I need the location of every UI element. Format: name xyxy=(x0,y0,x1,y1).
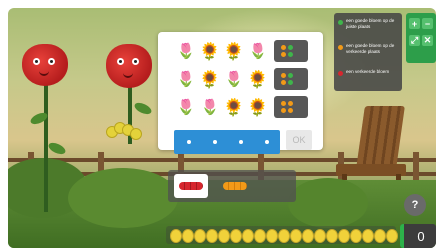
coin-icon xyxy=(170,229,182,243)
flower-slot: 🌻 xyxy=(223,41,245,61)
rose-eye xyxy=(132,58,139,65)
flower-slot: 🌷 xyxy=(176,98,196,116)
palette-option-red[interactable] xyxy=(174,174,208,198)
coin-icon xyxy=(230,229,242,243)
red-dot-icon xyxy=(338,71,343,76)
rose-eye xyxy=(33,58,40,65)
flower-slot: 🌻 xyxy=(199,69,221,89)
leaf xyxy=(46,140,68,157)
bush xyxy=(288,178,368,228)
coin-progress xyxy=(166,226,398,244)
flower-slot: 🌷 xyxy=(224,70,244,88)
score-accent xyxy=(400,224,404,248)
clue-pegs xyxy=(274,68,308,90)
legend-item: een verkeerde bloem xyxy=(338,69,400,76)
flower-slot: 🌻 xyxy=(199,41,221,61)
code-puzzle-panel: 🌷 🌻 🌻 🌷 🌷 🌻 🌷 🌻 🌷 🌷 🌻 🌻 OK xyxy=(158,32,323,154)
coin-icon xyxy=(290,229,302,243)
coin-icon xyxy=(386,229,398,243)
game-stage: 🌷 🌻 🌻 🌷 🌷 🌻 🌷 🌻 🌷 🌷 🌻 🌻 OK een goede blo… xyxy=(8,8,436,248)
answer-row[interactable] xyxy=(174,130,280,154)
flower-slot: 🌷 xyxy=(176,70,196,88)
caterpillar xyxy=(106,116,146,140)
legend-label: een verkeerde bloem xyxy=(346,69,390,74)
flower-slot: 🌷 xyxy=(248,42,268,60)
coin-icon xyxy=(338,229,350,243)
ok-button[interactable]: OK xyxy=(286,130,312,150)
coin-icon xyxy=(254,229,266,243)
flower-slot: 🌻 xyxy=(247,97,269,117)
rose-mouth xyxy=(123,72,133,78)
flower-slot: 🌷 xyxy=(176,42,196,60)
guess-row: 🌷 🌷 🌻 🌻 xyxy=(174,96,308,118)
help-button[interactable]: ? xyxy=(404,194,426,216)
legend-item: een goede bloem op de juiste plaats xyxy=(338,18,400,29)
green-dot-icon xyxy=(338,20,343,25)
flower-slot: 🌻 xyxy=(247,69,269,89)
coin-icon xyxy=(362,229,374,243)
orange-sunflowers-icon xyxy=(223,182,247,190)
rose-eye xyxy=(48,58,55,65)
legend-item: een goede bloem op de verkeerde plaats xyxy=(338,43,400,54)
coin-icon xyxy=(194,229,206,243)
guess-row: 🌷 🌻 🌷 🌻 xyxy=(174,68,308,90)
rose-stem xyxy=(44,82,48,212)
guess-row: 🌷 🌻 🌻 🌷 xyxy=(174,40,308,62)
red-tulips-icon xyxy=(179,182,203,190)
coin-icon xyxy=(314,229,326,243)
zoom-in-button[interactable]: + xyxy=(409,18,420,29)
rose-eye xyxy=(117,58,124,65)
legend-label: een goede bloem op de verkeerde plaats xyxy=(346,43,395,54)
zoom-out-button[interactable]: − xyxy=(422,18,433,29)
palette-option-orange[interactable] xyxy=(218,174,252,198)
score-value: 0 xyxy=(417,228,425,244)
flower-slot: 🌷 xyxy=(200,98,220,116)
orange-dot-icon xyxy=(338,45,343,50)
legend-label: een goede bloem op de juiste plaats xyxy=(346,18,395,29)
coin-icon xyxy=(182,229,194,243)
coin-icon xyxy=(206,229,218,243)
coin-icon xyxy=(374,229,386,243)
coin-icon xyxy=(218,229,230,243)
flower-palette xyxy=(168,170,296,202)
legend-panel: een goede bloem op de juiste plaats een … xyxy=(334,13,402,91)
coin-icon xyxy=(242,229,254,243)
expand-button[interactable]: ⤢ xyxy=(409,35,420,46)
rose-head xyxy=(106,44,152,88)
coin-icon xyxy=(266,229,278,243)
rose-head xyxy=(22,44,68,86)
close-button[interactable]: ✕ xyxy=(422,35,433,46)
leaf xyxy=(132,100,154,117)
clue-pegs xyxy=(274,96,308,118)
clue-pegs xyxy=(274,40,308,62)
bush xyxy=(68,168,178,228)
coin-icon xyxy=(278,229,290,243)
coin-icon xyxy=(350,229,362,243)
flower-slot: 🌻 xyxy=(223,97,245,117)
coin-icon xyxy=(302,229,314,243)
rose-mouth xyxy=(39,70,49,76)
score-box: 0 xyxy=(400,224,436,248)
coin-icon xyxy=(326,229,338,243)
zoom-controls: + − ⤢ ✕ xyxy=(406,13,436,63)
